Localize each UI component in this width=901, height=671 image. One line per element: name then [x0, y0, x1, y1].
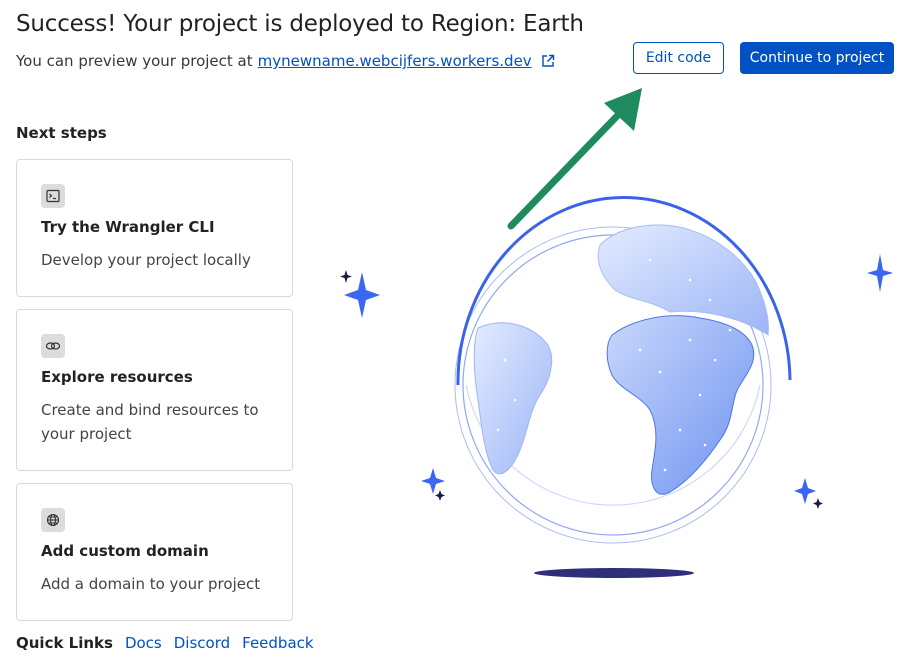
- quick-links: Quick Links Docs Discord Feedback: [16, 634, 314, 652]
- quick-links-label: Quick Links: [16, 634, 113, 652]
- preview-line: You can preview your project at mynewnam…: [16, 52, 555, 70]
- card-title: Try the Wrangler CLI: [41, 218, 215, 236]
- globe: [454, 195, 792, 544]
- preview-url-link[interactable]: mynewname.webcijfers.workers.dev: [258, 52, 532, 70]
- discord-link[interactable]: Discord: [174, 634, 230, 652]
- feedback-link[interactable]: Feedback: [242, 634, 313, 652]
- card-custom-domain[interactable]: Add custom domain Add a domain to your p…: [16, 483, 293, 621]
- card-title: Add custom domain: [41, 542, 209, 560]
- external-link-icon[interactable]: [541, 54, 555, 68]
- preview-prefix: You can preview your project at: [16, 52, 253, 70]
- docs-link[interactable]: Docs: [125, 634, 162, 652]
- edit-code-button[interactable]: Edit code: [633, 42, 724, 74]
- card-description: Create and bind resources to your projec…: [41, 401, 259, 443]
- globe-shadow: [534, 568, 694, 578]
- card-title: Explore resources: [41, 368, 193, 386]
- card-description: Add a domain to your project: [41, 575, 261, 593]
- terminal-icon: [41, 184, 65, 208]
- next-steps-heading: Next steps: [16, 124, 107, 142]
- card-description: Develop your project locally: [41, 251, 251, 269]
- card-wrangler-cli[interactable]: Try the Wrangler CLI Develop your projec…: [16, 159, 293, 297]
- continue-to-project-button[interactable]: Continue to project: [740, 42, 894, 74]
- card-explore-resources[interactable]: Explore resources Create and bind resour…: [16, 309, 293, 471]
- link-icon: [41, 334, 65, 358]
- globe-icon: [41, 508, 65, 532]
- globe-illustration: [340, 88, 893, 578]
- page-title: Success! Your project is deployed to Reg…: [16, 11, 584, 37]
